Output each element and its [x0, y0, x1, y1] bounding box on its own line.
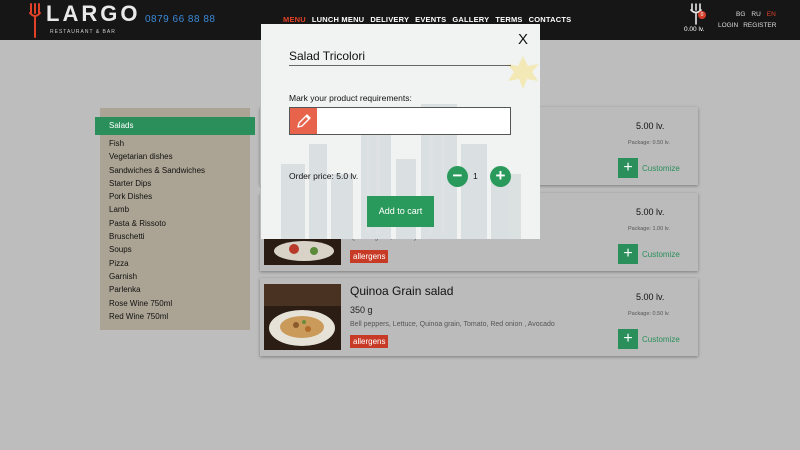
order-price: Order price: 5.0 lv. — [289, 171, 359, 181]
product-card: Quinoa Grain salad 350 g Bell peppers, L… — [260, 278, 698, 356]
category-item[interactable]: Garnish — [109, 270, 205, 283]
category-list: Fish Vegetarian dishes Sandwiches & Sand… — [109, 137, 205, 323]
brand-name: LARGO — [46, 1, 141, 26]
customize-modal: X Salad Tricolori Mark your product requ… — [261, 24, 540, 239]
requirements-input[interactable] — [320, 111, 505, 131]
product-price: 5.00 lv. — [636, 121, 665, 131]
plus-icon: + — [618, 244, 638, 264]
category-item[interactable]: Pizza — [109, 257, 205, 270]
nav-menu[interactable]: MENU — [283, 15, 306, 24]
category-item[interactable]: Lamb — [109, 203, 205, 216]
plus-icon: + — [618, 329, 638, 349]
category-item[interactable]: Parlenka — [109, 283, 205, 296]
product-name: Quinoa Grain salad — [350, 284, 454, 298]
login-link[interactable]: LOGIN — [718, 22, 738, 29]
lang-ru[interactable]: RU — [751, 11, 760, 18]
increase-quantity-button[interactable]: + — [490, 166, 511, 187]
customize-label: Customize — [642, 249, 680, 259]
product-price: 5.00 lv. — [636, 207, 665, 217]
nav-lunch-menu[interactable]: LUNCH MENU — [312, 15, 364, 24]
quantity-value: 1 — [473, 171, 478, 181]
nav-contacts[interactable]: CONTACTS — [529, 15, 572, 24]
category-item[interactable]: Fish — [109, 137, 205, 150]
customize-button[interactable]: + Customize — [618, 329, 680, 349]
phone-number[interactable]: 0879 66 88 88 — [145, 14, 215, 25]
package-price: Package: 0.50 lv. — [628, 140, 670, 146]
logo[interactable]: LARGO RESTAURANT & BAR — [28, 1, 141, 38]
category-item[interactable]: Vegetarian dishes — [109, 150, 205, 163]
category-item[interactable]: Starter Dips — [109, 177, 205, 190]
category-item[interactable]: Red Wine 750ml — [109, 310, 205, 323]
close-button[interactable]: X — [518, 31, 528, 48]
category-item[interactable]: Pasta & Rissoto — [109, 217, 205, 230]
customize-button[interactable]: + Customize — [618, 244, 680, 264]
package-price: Package: 1.00 lv. — [628, 226, 670, 232]
lang-en[interactable]: EN — [767, 11, 776, 18]
product-weight: 350 g — [350, 305, 373, 315]
product-price: 5.00 lv. — [636, 292, 665, 302]
requirements-field[interactable] — [289, 107, 511, 135]
product-image — [264, 284, 341, 350]
brand-tagline: RESTAURANT & BAR — [50, 29, 116, 35]
product-ingredients: Bell peppers, Lettuce, Quinoa grain, Tom… — [350, 321, 555, 328]
add-to-cart-button[interactable]: Add to cart — [367, 196, 434, 227]
main-nav: MENU LUNCH MENU DELIVERY EVENTS GALLERY … — [283, 15, 571, 24]
cart-total: 0.00 lv. — [684, 26, 705, 33]
category-item[interactable]: Sandwiches & Sandwiches — [109, 164, 205, 177]
modal-title: Salad Tricolori — [289, 49, 366, 63]
category-salads-active[interactable]: Salads — [95, 117, 255, 135]
category-item[interactable]: Soups — [109, 243, 205, 256]
nav-events[interactable]: EVENTS — [415, 15, 446, 24]
plus-icon: + — [618, 158, 638, 178]
auth-links: LOGIN REGISTER — [718, 22, 776, 29]
pencil-icon — [290, 108, 317, 134]
customize-label: Customize — [642, 334, 680, 344]
cart-count-badge: 0 — [698, 11, 706, 19]
customize-button[interactable]: + Customize — [618, 158, 680, 178]
category-item[interactable]: Pork Dishes — [109, 190, 205, 203]
category-item[interactable]: Bruschetti — [109, 230, 205, 243]
category-sidebar: Salads Fish Vegetarian dishes Sandwiches… — [95, 108, 255, 330]
nav-delivery[interactable]: DELIVERY — [370, 15, 409, 24]
package-price: Package: 0.50 lv. — [628, 311, 670, 317]
title-divider — [289, 65, 511, 66]
lang-bg[interactable]: BG — [736, 11, 745, 18]
category-item[interactable]: Rose Wine 750ml — [109, 297, 205, 310]
cart-button[interactable]: 0 0.00 lv. — [684, 3, 710, 37]
allergens-button[interactable]: allergens — [350, 250, 389, 263]
decrease-quantity-button[interactable]: − — [447, 166, 468, 187]
allergens-button[interactable]: allergens — [350, 335, 389, 348]
language-switcher: BG RU EN — [736, 11, 776, 18]
requirements-label: Mark your product requirements: — [289, 93, 412, 103]
customize-label: Customize — [642, 163, 680, 173]
nav-terms[interactable]: TERMS — [495, 15, 522, 24]
nav-gallery[interactable]: GALLERY — [452, 15, 489, 24]
fork-icon — [29, 3, 41, 38]
register-link[interactable]: REGISTER — [743, 22, 776, 29]
